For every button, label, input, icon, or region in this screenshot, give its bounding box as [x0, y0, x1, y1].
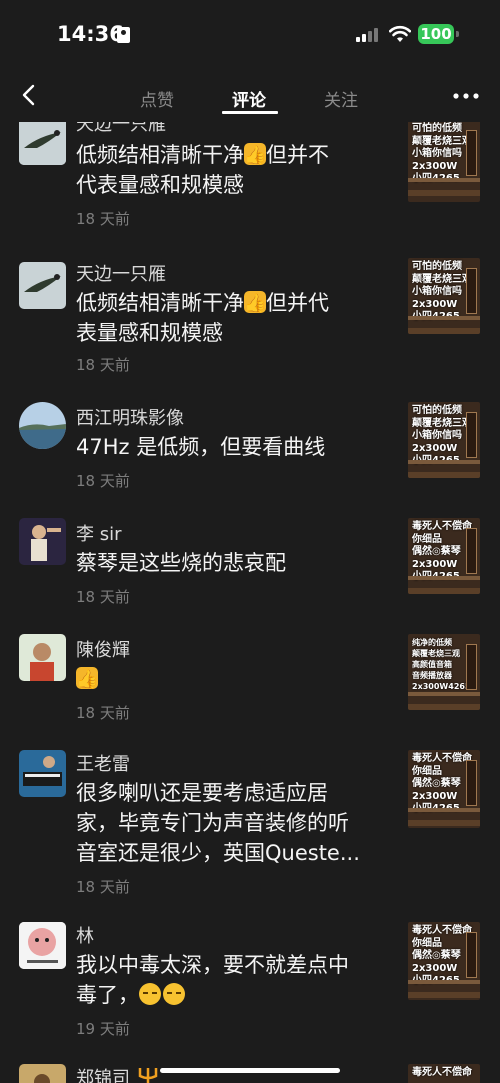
cellular-signal-icon: [356, 28, 378, 42]
tab-likes[interactable]: 点赞: [140, 86, 174, 111]
comment-text: 我以中毒太深，要不就差点中 毒了，: [76, 953, 349, 1007]
status-bar: 14:36 100: [0, 0, 500, 70]
more-options-icon[interactable]: [452, 92, 480, 100]
comment-text: 蔡琴是这些烧的悲哀配: [76, 551, 286, 575]
comment-author[interactable]: 王老雷: [76, 750, 130, 776]
video-thumbnail[interactable]: 纯净的低频 颠覆老烧三观 高颜值音箱 音频播放器 2x300W4265: [408, 634, 480, 710]
comment-date: 19 天前: [76, 1020, 130, 1038]
avatar[interactable]: [19, 518, 66, 565]
video-thumbnail[interactable]: 可怕的低频 颠覆老烧三观 小箱你信吗 2x300W 小四4265: [408, 402, 480, 478]
back-arrow-icon[interactable]: [18, 83, 42, 107]
avatar[interactable]: [19, 634, 66, 681]
avatar[interactable]: [19, 262, 66, 309]
avatar[interactable]: [19, 750, 66, 797]
comment-author[interactable]: 陳俊輝: [76, 636, 130, 662]
wifi-icon: [389, 25, 411, 42]
comment-author[interactable]: 林: [76, 922, 94, 948]
comment-list[interactable]: 天边一只雁 低频结相清晰干净但并不代表量感和规模感 18 天前 可怕的低频 颠覆…: [0, 122, 500, 1083]
comment-text: 低频结相清晰干净但并不代表量感和规模感: [76, 140, 391, 200]
comment-date: 18 天前: [76, 704, 130, 722]
crying-emoji-icon: [163, 983, 185, 1005]
avatar[interactable]: [19, 1064, 66, 1083]
video-thumbnail[interactable]: 可怕的低频 颠覆老烧三观 小箱你信吗 2x300W 小四4265: [408, 258, 480, 334]
comment-date: 18 天前: [76, 210, 130, 228]
video-thumbnail[interactable]: 可怕的低频 颠覆老烧三观 小箱你信吗 2x300W 小四4265: [408, 122, 480, 202]
tab-comments[interactable]: 评论: [232, 86, 266, 111]
active-tab-underline: [222, 111, 278, 114]
video-thumbnail[interactable]: 毒死人不偿命: [408, 1064, 480, 1083]
comment-author[interactable]: 天边一只雁: [76, 122, 166, 136]
thumbs-up-emoji-icon: [76, 665, 98, 695]
thumbs-up-emoji-icon: [244, 141, 266, 171]
thumbnail-caption: 毒死人不偿命: [412, 1067, 472, 1078]
avatar[interactable]: [19, 402, 66, 449]
top-nav: 点赞 评论 关注: [0, 70, 500, 122]
comment-author[interactable]: 天边一只雁: [76, 260, 166, 286]
status-time: 14:36: [57, 22, 124, 46]
tab-follow[interactable]: 关注: [324, 86, 358, 111]
comment-text: 低频结相清晰干净但并代表量感和规模感: [76, 288, 391, 348]
trident-emoji-icon: [138, 1068, 158, 1083]
video-thumbnail[interactable]: 毒死人不偿命 你细品 偶然◎蔡琴 2x300W 小四4265: [408, 922, 480, 1000]
avatar[interactable]: [19, 122, 66, 165]
battery-indicator: 100: [418, 24, 459, 44]
comment-author[interactable]: 郑锦司: [76, 1064, 130, 1083]
thumbs-up-emoji-icon: [244, 289, 266, 319]
comment-text: 47Hz 是低频，但要看曲线: [76, 435, 326, 459]
comment-date: 18 天前: [76, 878, 130, 896]
comment-author[interactable]: 李 sir: [76, 520, 122, 546]
avatar[interactable]: [19, 922, 66, 969]
home-indicator[interactable]: [160, 1068, 340, 1073]
comment-text: [76, 664, 391, 695]
id-card-icon: [117, 27, 130, 43]
crying-emoji-icon: [139, 983, 161, 1005]
comment-text: 很多喇叭还是要考虑适应居 家，毕竟专门为声音装修的听 音室还是很少，英国Queste…: [76, 781, 360, 865]
video-thumbnail[interactable]: 毒死人不偿命 你细品 偶然◎蔡琴 2x300W 小四4265: [408, 750, 480, 828]
comment-author[interactable]: 西江明珠影像: [76, 404, 184, 430]
video-thumbnail[interactable]: 毒死人不偿命 你细品 偶然◎蔡琴 2x300W 小四4265: [408, 518, 480, 594]
comment-date: 18 天前: [76, 356, 130, 374]
comment-date: 18 天前: [76, 472, 130, 490]
comment-date: 18 天前: [76, 588, 130, 606]
